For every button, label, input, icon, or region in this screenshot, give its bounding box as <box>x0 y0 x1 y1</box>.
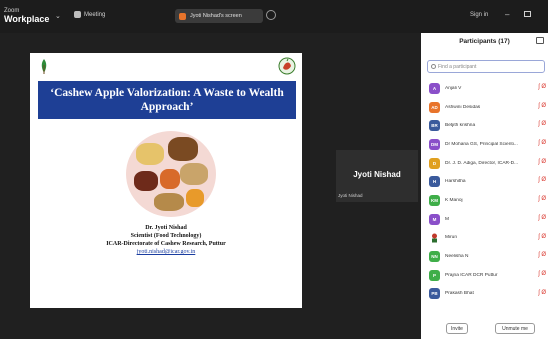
slide-credits: Dr. Jyoti Nishad Scientist (Food Technol… <box>30 224 302 256</box>
share-banner-text: Jyoti Nishad's screen <box>190 13 242 19</box>
muted-mic-icon[interactable]: ʃ Ø <box>538 140 546 146</box>
muted-mic-icon[interactable]: ʃ Ø <box>538 196 546 202</box>
muted-mic-icon[interactable]: ʃ Ø <box>538 234 546 240</box>
meeting-label: Meeting <box>84 11 106 18</box>
avatar: DM <box>429 138 440 150</box>
muted-mic-icon[interactable]: ʃ Ø <box>538 215 546 221</box>
speaker-name: Jyoti Nishad <box>353 170 401 179</box>
participant-name: Ashwini Desidas <box>445 104 481 110</box>
participant-row[interactable]: AD Ashwini Desidas ʃ Ø <box>421 98 548 117</box>
participant-row[interactable]: PB Prakash Bhat ʃ Ø <box>421 285 548 304</box>
avatar: P <box>429 269 440 281</box>
view-options-icon[interactable] <box>266 10 276 20</box>
sign-in-link[interactable]: Sign in <box>470 12 488 18</box>
presenter-role: Scientist (Food Technology) <box>130 233 202 239</box>
avatar: D <box>429 157 440 169</box>
participant-name: Prakash Bhat <box>445 291 474 297</box>
participant-name: Dr Mohana GS, Principal Scienti... <box>445 141 518 147</box>
participant-row[interactable]: H Harshitha ʃ Ø <box>421 172 548 191</box>
share-screen-icon <box>179 12 186 20</box>
title-bar: Zoom Workplace ⌄ Meeting Jyoti Nishad's … <box>0 0 548 33</box>
participant-row[interactable]: D Dr. J. D. Adiga, Director, ICAR-D... ʃ Ø <box>421 154 548 173</box>
participant-row[interactable]: DM Dr Mohana GS, Principal Scienti... ʃ Ø <box>421 135 548 154</box>
participant-search[interactable] <box>427 60 545 73</box>
zoom-window: Zoom Workplace ⌄ Meeting Jyoti Nishad's … <box>0 0 548 339</box>
chevron-down-icon[interactable]: ⌄ <box>55 12 61 20</box>
participant-name: M <box>445 216 449 222</box>
slide-title: ‘Cashew Apple Valorization: A Waste to W… <box>38 81 296 119</box>
participant-row[interactable]: Mirun ʃ Ø <box>421 229 548 248</box>
muted-mic-icon[interactable]: ʃ Ø <box>538 177 546 183</box>
participant-row[interactable]: NN Neelisha N ʃ Ø <box>421 247 548 266</box>
participant-name: Prajna ICAR DCR Puttur <box>445 272 498 278</box>
avatar: A <box>429 82 440 94</box>
muted-mic-icon[interactable]: ʃ Ø <box>538 84 546 90</box>
panel-footer: Invite Unmute me <box>421 323 548 337</box>
avatar: KM <box>429 194 440 206</box>
popout-icon[interactable] <box>536 37 544 44</box>
screen-share-banner[interactable]: Jyoti Nishad's screen <box>175 9 263 23</box>
avatar: BR <box>429 120 440 132</box>
participant-name: Anjali V <box>445 85 462 91</box>
participant-list: A Anjali V ʃ Ø AD Ashwini Desidas ʃ Ø BR Betjit… <box>421 79 548 303</box>
minimize-button[interactable]: – <box>505 10 509 19</box>
avatar: PB <box>429 288 440 300</box>
avatar: NN <box>429 251 440 263</box>
avatar <box>429 232 440 244</box>
participant-name: Mirun <box>445 235 457 241</box>
muted-mic-icon[interactable]: ʃ Ø <box>538 159 546 165</box>
meeting-menu[interactable]: Meeting <box>74 11 105 18</box>
avatar: H <box>429 176 440 188</box>
presenter-org: ICAR-Directorate of Cashew Research, Put… <box>106 241 226 247</box>
avatar: M <box>429 213 440 225</box>
participant-row[interactable]: KM K Manoj ʃ Ø <box>421 191 548 210</box>
icar-logo-icon <box>41 59 47 74</box>
presenter-name: Dr. Jyoti Nishad <box>145 225 187 231</box>
muted-mic-icon[interactable]: ʃ Ø <box>538 121 546 127</box>
participant-name: Betjith krishna <box>445 123 476 129</box>
maximize-button[interactable] <box>524 11 531 17</box>
muted-mic-icon[interactable]: ʃ Ø <box>538 290 546 296</box>
dcr-logo-icon <box>278 57 296 75</box>
presentation-slide: ‘Cashew Apple Valorization: A Waste to W… <box>30 53 302 308</box>
participant-row[interactable]: BR Betjith krishna ʃ Ø <box>421 116 548 135</box>
participants-panel: Participants (17) A Anjali V ʃ Ø AD Ashwini … <box>421 33 548 339</box>
search-input[interactable] <box>438 63 538 70</box>
avatar: AD <box>429 101 440 113</box>
participant-name: K Manoj <box>445 197 463 203</box>
participant-row[interactable]: P Prajna ICAR DCR Puttur ʃ Ø <box>421 266 548 285</box>
participant-row[interactable]: A Anjali V ʃ Ø <box>421 79 548 98</box>
unmute-me-button[interactable]: Unmute me <box>495 323 535 334</box>
presenter-email[interactable]: jyoti.nishad@icar.gov.in <box>30 248 302 256</box>
participant-row[interactable]: MMʃ Ø <box>421 210 548 229</box>
muted-mic-icon[interactable]: ʃ Ø <box>538 271 546 277</box>
participant-name: Neelisha N <box>445 254 469 260</box>
muted-mic-icon[interactable]: ʃ Ø <box>538 103 546 109</box>
muted-mic-icon[interactable]: ʃ Ø <box>538 252 546 258</box>
app-brand: Zoom Workplace <box>4 7 50 24</box>
search-icon <box>431 64 436 69</box>
participant-name: Dr. J. D. Adiga, Director, ICAR-D... <box>445 160 519 166</box>
meeting-icon <box>74 11 81 18</box>
invite-button[interactable]: Invite <box>446 323 468 334</box>
speaker-name-tag: Jyoti Nishad <box>338 193 363 198</box>
participants-header: Participants (17) <box>459 38 510 45</box>
participant-name: Harshitha <box>445 179 466 185</box>
speaker-video-tile[interactable]: Jyoti Nishad Jyoti Nishad <box>336 150 418 202</box>
cashew-products-image <box>126 131 216 217</box>
brand-line2: Workplace <box>4 14 50 24</box>
shared-screen: ‘Cashew Apple Valorization: A Waste to W… <box>0 33 333 339</box>
